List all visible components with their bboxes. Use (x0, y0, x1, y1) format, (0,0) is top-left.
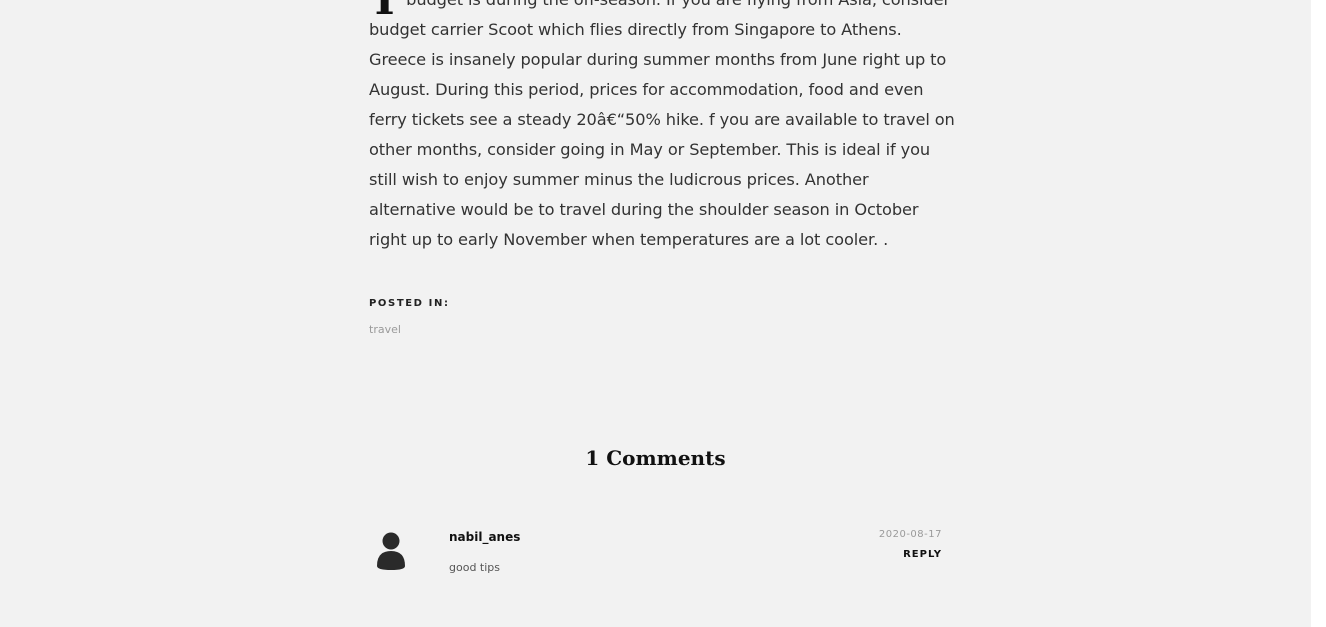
tag-link-travel[interactable]: travel (369, 323, 401, 336)
posted-in: POSTED IN: travel (369, 298, 450, 337)
user-avatar-icon (369, 526, 413, 570)
comment-author[interactable]: nabil_anes (449, 530, 520, 544)
comment-item: nabil_anes good tips 2020-08-17 REPLY (369, 526, 943, 582)
article-line: other months, consider going in May or S… (369, 140, 931, 159)
reply-button[interactable]: REPLY (903, 549, 942, 560)
page: Tbudget is during the off-season. If you… (0, 0, 1311, 627)
comments-title: 1 Comments (585, 446, 726, 470)
article-line: budget carrier Scoot which flies directl… (369, 20, 902, 39)
article-text: Tbudget is during the off-season. If you… (369, 0, 955, 255)
comment-date: 2020-08-17 (878, 529, 942, 540)
article-line: August. During this period, prices for a… (369, 80, 924, 99)
article-line: ferry tickets see a steady 20â€“50% hike… (369, 110, 955, 129)
article-body: Tbudget is during the off-season. If you… (369, 0, 955, 255)
posted-in-label: POSTED IN: (369, 298, 450, 309)
dropcap: T (369, 0, 400, 21)
article-line: right up to early November when temperat… (369, 230, 889, 249)
comment-text: good tips (449, 561, 501, 574)
article-line: Tbudget is during the off-season. If you… (369, 0, 950, 21)
article-line: Greece is insanely popular during summer… (369, 50, 947, 69)
article-line: alternative would be to travel during th… (369, 200, 919, 219)
article-line: still wish to enjoy summer minus the lud… (369, 170, 869, 189)
